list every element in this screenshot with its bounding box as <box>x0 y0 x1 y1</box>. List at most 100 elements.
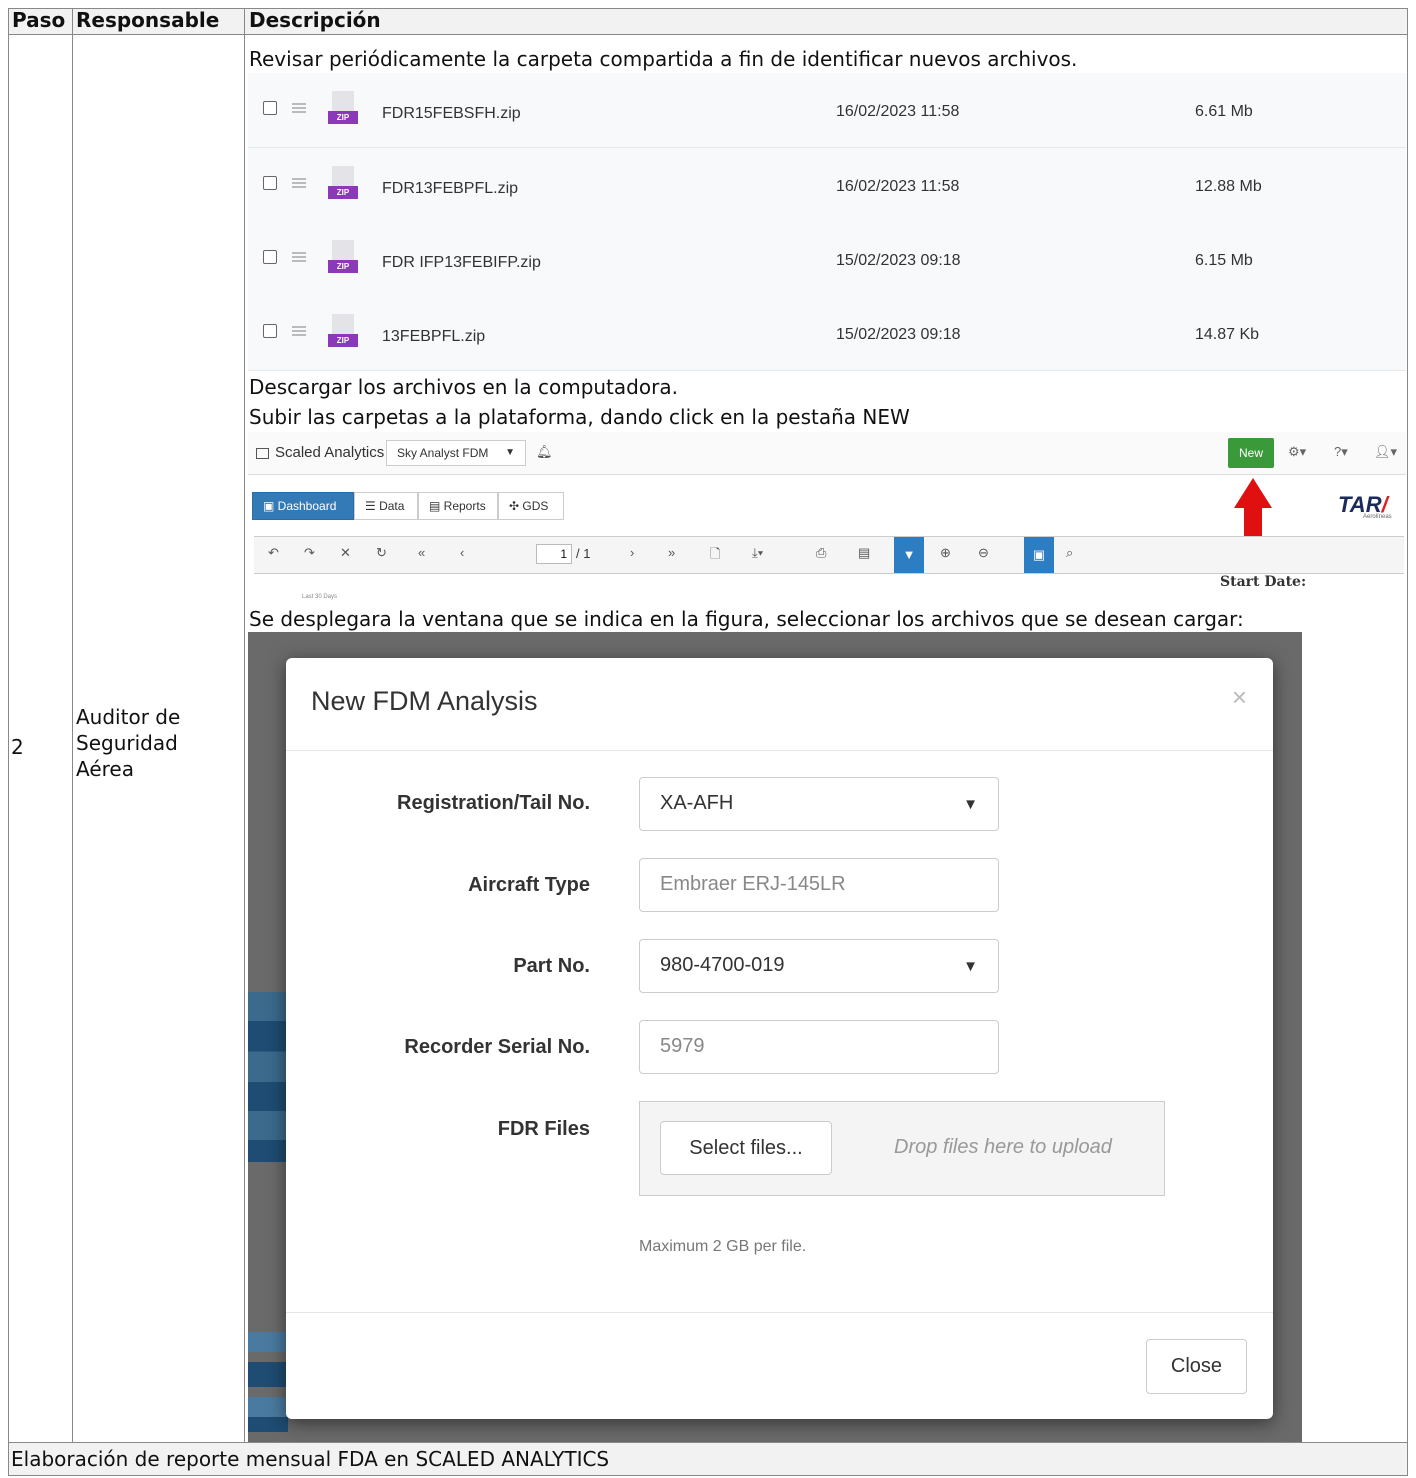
print-icon[interactable]: ⎙ <box>816 545 826 561</box>
serial-label: Recorder Serial No. <box>404 1036 590 1058</box>
serial-field[interactable]: 5979 <box>639 1020 999 1074</box>
first-page-icon[interactable]: « <box>418 545 425 560</box>
row-checkbox[interactable] <box>263 324 277 338</box>
prev-page-icon[interactable]: ‹ <box>460 545 464 560</box>
drag-handle-icon[interactable] <box>292 252 306 262</box>
file-row[interactable]: ZIP FDR13FEBPFL.zip 16/02/2023 11:58 12.… <box>248 148 1406 223</box>
modal-screenshot: New FDM Analysis × Registration/Tail No.… <box>248 632 1302 1442</box>
file-dropzone[interactable]: Select files... Drop files here to uploa… <box>639 1101 1165 1196</box>
app-screenshot: Scaled Analytics Sky Analyst FDM ▼ 🔔︎ New… <box>248 432 1406 608</box>
close-icon[interactable]: × <box>1232 682 1247 713</box>
project-select[interactable]: Sky Analyst FDM ▼ <box>386 440 526 466</box>
file-date: 15/02/2023 09:18 <box>836 326 961 343</box>
aircraft-type-field[interactable]: Embraer ERJ-145LR <box>639 858 999 912</box>
last-page-icon[interactable]: » <box>668 545 675 560</box>
aircraft-type-label: Aircraft Type <box>468 874 590 896</box>
file-size: 12.88 Mb <box>1195 178 1262 195</box>
background-chart-bars <box>248 1332 288 1432</box>
document-icon[interactable]: 🗋︎ <box>710 545 720 567</box>
file-name[interactable]: FDR IFP13FEBIFP.zip <box>382 254 541 272</box>
caret-down-icon: ▼ <box>505 447 515 458</box>
file-row[interactable]: ZIP 13FEBPFL.zip 15/02/2023 09:18 14.87 … <box>248 296 1406 371</box>
footer-text: Elaboración de reporte mensual FDA en SC… <box>11 1447 610 1471</box>
report-toolbar: ↶ ↷ ✕ ↻ « ‹ 1 / 1 › » 🗋︎ ⤓▾ ⎙ ▤ ▼ ⊕ ⊖ ▣ … <box>254 536 1404 574</box>
page-total: / 1 <box>576 546 591 561</box>
red-arrow-shaft <box>1244 506 1262 538</box>
background-blue-bars <box>248 992 288 1162</box>
page-input[interactable]: 1 <box>536 544 572 564</box>
file-size: 6.61 Mb <box>1195 103 1253 120</box>
registration-label: Registration/Tail No. <box>397 792 590 814</box>
tab-dashboard[interactable]: ▣ Dashboard <box>252 492 354 520</box>
tab-gds[interactable]: ✣ GDS <box>498 492 564 520</box>
zip-file-icon: ZIP <box>328 314 360 354</box>
cancel-icon[interactable]: ✕ <box>340 545 351 561</box>
max-size-note: Maximum 2 GB per file. <box>639 1238 807 1255</box>
zip-file-icon: ZIP <box>328 240 360 280</box>
row-checkbox[interactable] <box>263 176 277 190</box>
file-date: 16/02/2023 11:58 <box>836 103 960 120</box>
drop-hint: Drop files here to upload <box>894 1136 1112 1158</box>
instruction-download: Descargar los archivos en la computadora… <box>249 375 678 399</box>
header-responsable: Responsable <box>76 8 220 32</box>
caret-down-icon: ▼ <box>963 796 978 813</box>
redo-icon[interactable]: ↷ <box>304 545 315 561</box>
drag-handle-icon[interactable] <box>292 103 306 113</box>
file-size: 6.15 Mb <box>1195 252 1253 269</box>
tab-reports[interactable]: ▤ Reports <box>418 492 498 520</box>
app-brand[interactable]: Scaled Analytics <box>256 444 384 461</box>
file-name[interactable]: FDR13FEBPFL.zip <box>382 180 518 198</box>
zoom-in-icon[interactable]: ⊕ <box>940 545 951 561</box>
undo-icon[interactable]: ↶ <box>268 545 279 561</box>
search-icon[interactable]: ⌕ <box>1066 545 1073 561</box>
fdr-files-label: FDR Files <box>497 1118 590 1140</box>
file-name[interactable]: 13FEBPFL.zip <box>382 328 485 346</box>
layout-icon[interactable]: ▤ <box>858 545 870 561</box>
header-paso: Paso <box>12 8 66 32</box>
close-button[interactable]: Close <box>1146 1339 1247 1394</box>
filter-icon[interactable]: ▼ <box>894 537 924 573</box>
instruction-select-files: Se desplegara la ventana que se indica e… <box>249 607 1244 631</box>
file-row[interactable]: ZIP FDR15FEBSFH.zip 16/02/2023 11:58 6.6… <box>248 73 1406 148</box>
gear-icon[interactable]: ⚙▾ <box>1288 444 1306 460</box>
app-topbar: Scaled Analytics Sky Analyst FDM ▼ 🔔︎ New… <box>248 432 1406 475</box>
part-no-label: Part No. <box>513 955 590 977</box>
header-descripcion: Descripción <box>249 8 381 32</box>
window-icon <box>256 447 269 459</box>
responsible-name: Auditor de Seguridad Aérea <box>76 705 181 781</box>
user-icon[interactable]: 👤︎▾ <box>1374 444 1397 460</box>
zoom-out-icon[interactable]: ⊖ <box>978 545 989 561</box>
part-no-select[interactable]: 980-4700-019 ▼ <box>639 939 999 993</box>
help-icon[interactable]: ?▾ <box>1334 444 1348 460</box>
file-size: 14.87 Kb <box>1195 326 1260 343</box>
file-row[interactable]: ZIP FDR IFP13FEBIFP.zip 15/02/2023 09:18… <box>248 222 1406 297</box>
row-checkbox[interactable] <box>263 250 277 264</box>
caret-down-icon: ▼ <box>963 958 978 975</box>
next-page-icon[interactable]: › <box>630 545 634 560</box>
file-date: 16/02/2023 11:58 <box>836 178 960 195</box>
start-date-label: Start Date: <box>1220 574 1307 590</box>
modal-title: New FDM Analysis <box>311 686 538 716</box>
drag-handle-icon[interactable] <box>292 178 306 188</box>
red-arrow-icon <box>1234 478 1272 508</box>
registration-select[interactable]: XA-AFH ▼ <box>639 777 999 831</box>
refresh-icon[interactable]: ↻ <box>376 545 387 561</box>
presentation-icon[interactable]: ▣ <box>1024 537 1054 573</box>
tar-logo-sub: Aerolíneas <box>1363 514 1392 520</box>
download-icon[interactable]: ⤓▾ <box>752 545 763 561</box>
drag-handle-icon[interactable] <box>292 326 306 336</box>
instruction-check-folder: Revisar periódicamente la carpeta compar… <box>249 47 1078 71</box>
instruction-upload: Subir las carpetas a la plataforma, dand… <box>249 405 910 429</box>
new-button[interactable]: New <box>1228 438 1274 468</box>
bell-icon[interactable]: 🔔︎ <box>536 444 553 460</box>
zip-file-icon: ZIP <box>328 166 360 206</box>
tab-data[interactable]: ☰ Data <box>354 492 418 520</box>
select-files-button[interactable]: Select files... <box>660 1121 832 1175</box>
last-30-days-label: Last 30 Days <box>302 594 338 600</box>
file-date: 15/02/2023 09:18 <box>836 252 961 269</box>
zip-file-icon: ZIP <box>328 91 360 131</box>
step-number: 2 <box>11 735 24 759</box>
row-checkbox[interactable] <box>263 101 277 115</box>
file-name[interactable]: FDR15FEBSFH.zip <box>382 105 521 123</box>
new-fdm-analysis-dialog: New FDM Analysis × Registration/Tail No.… <box>286 658 1273 1419</box>
